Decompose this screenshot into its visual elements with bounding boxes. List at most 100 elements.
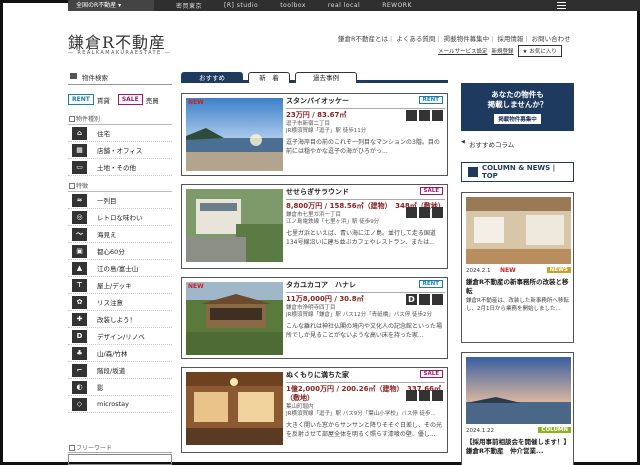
kind-item-shop-office[interactable]: ▦ 店舗・オフィス — [68, 142, 172, 159]
nav-faq[interactable]: よくある質問 — [396, 35, 435, 43]
feature-item-rooftop-deck[interactable]: ⊤ 屋上/デッキ — [68, 277, 172, 294]
header-user-links: メールサービス設定 新規登録 ★ お気に入り — [438, 45, 562, 57]
listing-card[interactable]: NEW スタンバイオッケー RENT 23万円 / 83.67㎡ 逗子市新宿二丁… — [181, 93, 448, 176]
listing-card[interactable]: NEW タカユカコア ハナレ RENT D 11万8,000円 / 30.8㎡ … — [181, 277, 448, 359]
feature-heading: 特徴 — [68, 181, 172, 192]
feature-item-shadow[interactable]: ◐ 影 — [68, 379, 172, 396]
search-heading: 物件検索 — [68, 72, 172, 85]
freeword-input[interactable] — [68, 454, 172, 465]
news-excerpt: 鎌倉R不動産は、改装した新事務所へ移転し、2月1日から業務を開始しました... — [466, 298, 569, 312]
kind-item-house[interactable]: ⌂ 住宅 — [68, 125, 172, 142]
network-link-mitsubai[interactable]: 密買東京 — [176, 1, 202, 10]
news-category-badge: COLUMN — [538, 427, 571, 433]
search-sidebar: 物件検索 RENT 賃貸 SALE 売買 物件種別 ⌂ 住宅 ▦ 店舗・オフィス ▭… — [68, 72, 172, 413]
column-banner-label: COLUMN & NEWS | TOP — [481, 164, 556, 180]
sea-view-icon: 〜 — [72, 227, 87, 241]
news-photo[interactable] — [466, 197, 571, 264]
retro-icon — [419, 294, 430, 305]
feature-icons — [404, 110, 443, 121]
nav-contact[interactable]: お問い合わせ — [532, 35, 571, 43]
type-badge: RENT — [418, 280, 443, 288]
deck-icon: ⊤ — [72, 278, 87, 292]
mail-service-link[interactable]: メールサービス設定 — [438, 47, 488, 55]
nav-recruit[interactable]: 採用情報 — [497, 35, 523, 43]
tab-past[interactable]: 過去事例 — [295, 72, 357, 83]
news-card[interactable]: 2024.2.1 NEW NEWS 鎌倉R不動産の新事務所の改装と移転 鎌倉R不… — [461, 192, 574, 343]
network-link-reallocal[interactable]: real local — [328, 2, 360, 9]
feature-icons — [404, 390, 443, 401]
kind-item-land[interactable]: ▭ 土地・その他 — [68, 159, 172, 176]
promo-line-2: 掲載しませんか？ — [487, 100, 548, 109]
new-badge: NEW — [188, 283, 204, 290]
sale-tag[interactable]: SALE — [117, 94, 143, 105]
deck-icon — [432, 207, 443, 218]
listing-address: 逗子市新宿二丁目 JR横須賀線「逗子」駅 徒歩11分 — [286, 121, 367, 134]
feature-item-enoshima-fuji[interactable]: ▲ 江の島/富士山 — [68, 260, 172, 277]
news-photo[interactable] — [466, 357, 571, 424]
feature-item-squirrel[interactable]: ✿ リス注意 — [68, 294, 172, 311]
favorites-button[interactable]: ★ お気に入り — [517, 45, 562, 57]
forest-icon — [432, 294, 443, 305]
house-icon: ⌂ — [72, 126, 87, 140]
beach-icon — [406, 110, 417, 121]
freeword-heading: フリーワード — [68, 443, 172, 453]
tab-new[interactable]: 新 着 — [248, 72, 290, 83]
forest-icon: ♣ — [72, 346, 87, 360]
feature-item-sea-view[interactable]: 〜海見え — [68, 226, 172, 243]
feature-item-design[interactable]: D デザイン/リノベ — [68, 328, 172, 345]
listing-wanted-banner[interactable]: あなたの物件も 掲載しませんか？ 掲載物件募集中 — [461, 83, 574, 131]
network-dropdown[interactable]: 全国のR不動産 ▾ — [68, 0, 154, 11]
retro-icon — [406, 390, 417, 401]
home-icon — [468, 167, 478, 177]
listing-card[interactable]: せせらぎサラウンド SALE 8,800万円 / 158.56㎡（建物） 348… — [181, 184, 448, 269]
design-d-icon: D — [72, 329, 87, 343]
retro-icon — [419, 110, 430, 121]
listing-photo[interactable] — [186, 98, 283, 171]
network-link-rstudio[interactable]: [R] studio — [224, 2, 258, 9]
feature-item-renovate[interactable]: ✚ 改装しよう！ — [68, 311, 172, 328]
network-link-toolbox[interactable]: toolbox — [280, 2, 306, 9]
rent-label[interactable]: 賃貸 — [97, 95, 110, 105]
feature-item-microstay[interactable]: ◇ microstay — [68, 396, 172, 413]
news-category-badge: NEWS — [546, 267, 571, 273]
kind-heading: 物件種別 — [68, 114, 172, 125]
nav-listing-wanted[interactable]: 掲載物件募集中 — [444, 35, 490, 43]
header-nav: 鎌倉R不動産とは | よくある質問 | 掲載物件募集中 | 採用情報 | お問い合わせ — [338, 35, 571, 43]
listing-description: 七里ガ浜といえば、青い海に江ノ島。並行して走る国道134号線沿いに建ち並ぶカフェ… — [286, 230, 436, 246]
listing-tabs: おすすめ 新 着 過去事例 — [181, 72, 448, 83]
feature-item-first-row[interactable]: ≈ 一列目 — [68, 192, 172, 209]
tab-recommended[interactable]: おすすめ — [181, 72, 243, 83]
listing-address: 鎌倉市浄明寺四丁目 JR横須賀線「鎌倉」駅 バス12分「青砥橋」バス停 徒歩2分 — [286, 305, 432, 318]
listing-card[interactable]: ぬくもりに満ちた家 SALE 1億2,000万円 / 200.26㎡（建物） 3… — [181, 367, 448, 453]
register-link[interactable]: 新規登録 — [492, 47, 514, 55]
rent-tag[interactable]: RENT — [68, 94, 94, 105]
feature-item-city-60min[interactable]: ▣ 都心60分 — [68, 243, 172, 260]
network-link-rework[interactable]: REWORK — [382, 2, 412, 9]
shadow-icon: ◐ — [72, 380, 87, 394]
news-date: 2024.1.22 — [466, 428, 494, 434]
listing-photo[interactable] — [186, 189, 283, 262]
land-icon: ▭ — [72, 160, 87, 174]
news-card[interactable]: 2024.1.22 COLUMN 【採用事前相談会を開催します！】鎌倉R不動産 … — [461, 352, 574, 465]
feature-item-stairs[interactable]: ⌐ 階段/坂道 — [68, 362, 172, 379]
listing-photo[interactable] — [186, 282, 283, 355]
column-heading: おすすめコラム — [461, 139, 514, 149]
column-news-top-button[interactable]: COLUMN & NEWS | TOP — [461, 162, 574, 182]
nav-about[interactable]: 鎌倉R不動産とは — [338, 35, 388, 43]
feature-item-retro[interactable]: ◎ レトロな味わい — [68, 209, 172, 226]
promo-button[interactable]: 掲載物件募集中 — [494, 114, 541, 124]
listing-description: こんな離れは神社仏閣の境内や文化人の記念館といった場所でしか見ることがないような… — [286, 323, 443, 339]
listing-address: 葉山町堀内 JR横須賀線「逗子」駅 バス9分「葉山小学校」バス停 徒歩... — [286, 404, 436, 417]
design-d-icon: D — [406, 294, 417, 305]
forest-icon — [406, 207, 417, 218]
forest-icon — [419, 390, 430, 401]
sea-view-icon — [432, 110, 443, 121]
feature-item-mountain-forest[interactable]: ♣ 山/森/竹林 — [68, 345, 172, 362]
menu-icon[interactable] — [557, 2, 566, 9]
sale-label[interactable]: 売買 — [146, 95, 159, 105]
listing-photo[interactable] — [186, 372, 283, 445]
news-title[interactable]: 鎌倉R不動産の新事務所の改装と移転 — [466, 278, 571, 296]
news-title[interactable]: 【採用事前相談会を開催します！】鎌倉R不動産 仲介営業... — [466, 438, 571, 456]
type-badge: SALE — [419, 370, 443, 378]
retro-icon: ◎ — [72, 210, 87, 224]
